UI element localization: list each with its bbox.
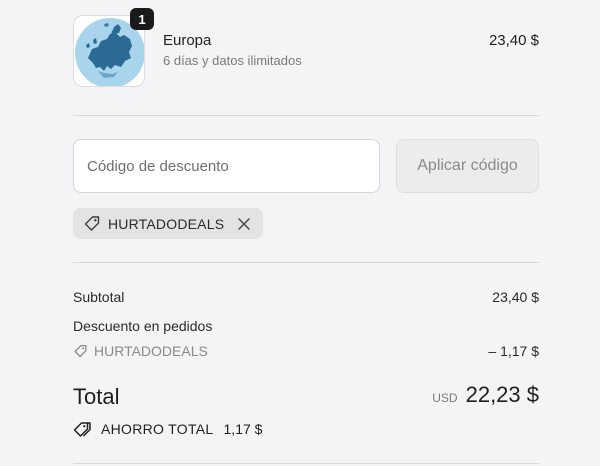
tags-icon xyxy=(73,420,93,438)
product-price: 23,40 $ xyxy=(488,32,539,49)
discount-code-input[interactable] xyxy=(73,139,380,193)
currency-code: USD xyxy=(432,391,458,405)
total-savings: AHORRO TOTAL 1,17 $ xyxy=(73,420,262,438)
divider xyxy=(73,115,539,116)
divider xyxy=(73,262,539,263)
applied-code-chip: HURTADODEALS xyxy=(73,208,264,239)
order-discount-value: – 1,17 $ xyxy=(488,343,539,359)
product-name: Europa xyxy=(163,32,212,49)
savings-label: AHORRO TOTAL xyxy=(101,421,214,437)
subtotal-value: 23,40 $ xyxy=(492,289,539,305)
total-label: Total xyxy=(73,384,120,409)
product-description: 6 días y datos ilimitados xyxy=(163,53,302,68)
order-discount-code-text: HURTADODEALS xyxy=(94,343,208,359)
order-discount-label: Descuento en pedidos xyxy=(73,318,213,334)
total-amount: USD 22,23 $ xyxy=(432,382,539,408)
tag-icon xyxy=(83,215,101,233)
apply-code-button[interactable]: Aplicar código xyxy=(396,139,539,193)
savings-value: 1,17 $ xyxy=(223,421,263,437)
subtotal-label: Subtotal xyxy=(73,289,125,305)
order-discount-code: HURTADODEALS xyxy=(73,343,208,359)
close-icon[interactable] xyxy=(237,217,251,231)
divider xyxy=(73,463,539,464)
tag-icon xyxy=(73,344,88,359)
quantity-badge: 1 xyxy=(130,8,154,30)
total-value: 22,23 $ xyxy=(465,382,539,407)
applied-code-label: HURTADODEALS xyxy=(108,215,225,232)
